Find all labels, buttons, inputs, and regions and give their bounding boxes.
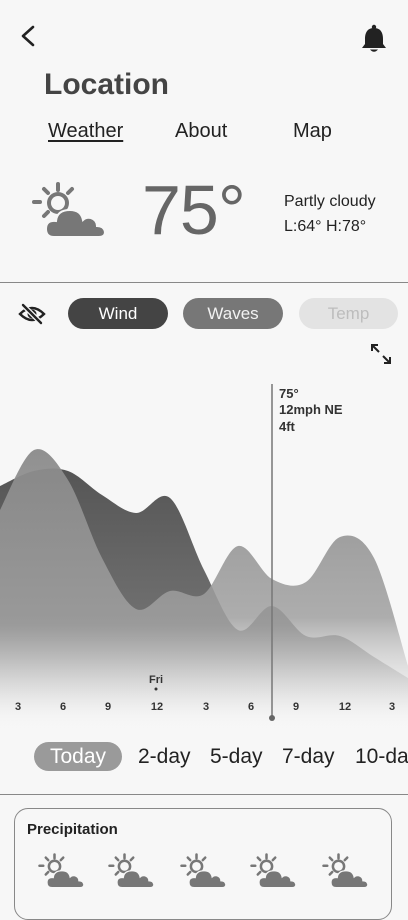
divider — [0, 282, 408, 283]
x-tick-label: 9 — [293, 701, 299, 713]
sun-cloud-icon — [37, 851, 87, 893]
tab-map[interactable]: Map — [293, 120, 332, 143]
divider — [0, 794, 408, 795]
condition-text: Partly cloudy — [284, 193, 376, 210]
day-marker-label: Fri — [149, 674, 163, 686]
forecast-chart[interactable]: 75° 12mph NE 4ft Fri 3 6 9 12 3 6 9 12 3 — [0, 360, 408, 730]
hide-layers-button[interactable] — [16, 298, 48, 330]
x-tick-label: 12 — [151, 701, 163, 713]
x-tick-label: 3 — [389, 701, 395, 713]
x-tick-label: 6 — [248, 701, 254, 713]
chevron-left-icon — [21, 25, 35, 47]
eye-off-icon — [18, 303, 46, 325]
range-5-day[interactable]: 5-day — [210, 742, 263, 772]
cursor-waves-label: 4ft — [279, 419, 296, 434]
layer-temp-toggle[interactable]: Temp — [299, 298, 398, 329]
layer-wind-toggle[interactable]: Wind — [68, 298, 168, 329]
current-temperature: 75° — [142, 171, 246, 249]
page-title: Location — [44, 68, 169, 101]
range-10-day[interactable]: 10-day — [355, 742, 408, 772]
day-marker-dot — [154, 687, 158, 691]
sun-cloud-icon — [249, 851, 299, 893]
x-tick-label: 3 — [15, 701, 21, 713]
cursor-handle[interactable] — [269, 715, 275, 721]
back-button[interactable] — [14, 22, 44, 52]
cursor-wind-label: 12mph NE — [279, 402, 343, 417]
notifications-button[interactable] — [356, 22, 392, 56]
tab-about[interactable]: About — [175, 120, 227, 143]
range-7-day[interactable]: 7-day — [282, 742, 335, 772]
sun-cloud-icon — [321, 851, 371, 893]
sun-cloud-icon — [107, 851, 157, 893]
low-high-text: L:64° H:78° — [284, 218, 367, 235]
layer-waves-toggle[interactable]: Waves — [183, 298, 283, 329]
sun-cloud-icon — [32, 182, 107, 238]
cursor-temp-label: 75° — [279, 386, 299, 401]
precipitation-title: Precipitation — [27, 821, 118, 838]
precipitation-card[interactable]: Precipitation — [14, 808, 392, 920]
range-2-day[interactable]: 2-day — [138, 742, 191, 772]
x-tick-label: 12 — [339, 701, 351, 713]
x-tick-label: 6 — [60, 701, 66, 713]
bell-icon — [362, 24, 386, 52]
tab-weather[interactable]: Weather — [48, 120, 123, 143]
x-tick-label: 3 — [203, 701, 209, 713]
range-today[interactable]: Today — [34, 742, 122, 771]
x-tick-label: 9 — [105, 701, 111, 713]
sun-cloud-icon — [179, 851, 229, 893]
